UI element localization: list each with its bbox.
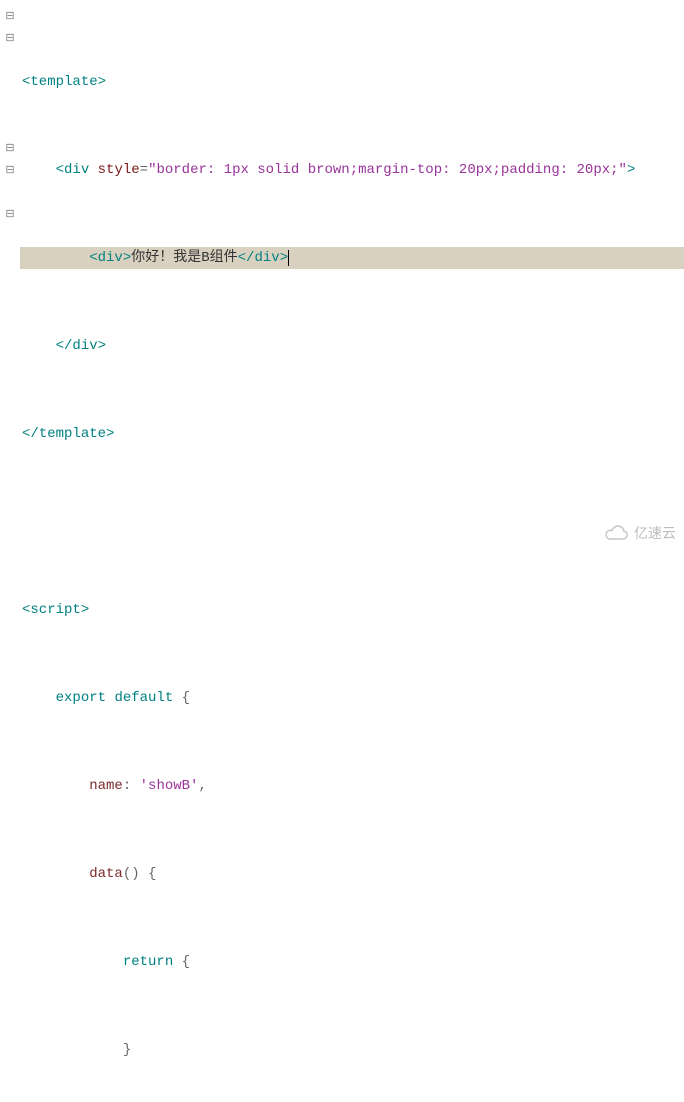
code-line[interactable]: </template> (20, 423, 684, 445)
fold-icon[interactable]: ⊟ (0, 5, 20, 27)
fold-icon[interactable] (0, 71, 20, 93)
brace: { (182, 951, 190, 973)
fold-icon[interactable]: ⊟ (0, 137, 20, 159)
fold-icon[interactable] (0, 49, 20, 71)
code-line[interactable] (20, 511, 684, 533)
fold-icon[interactable] (0, 423, 20, 445)
indent (22, 1039, 123, 1061)
fold-icon[interactable] (0, 115, 20, 137)
tag-close: > (280, 247, 288, 269)
keyword: default (114, 687, 173, 709)
fold-icon[interactable] (0, 181, 20, 203)
property: name (89, 775, 123, 797)
text-node: 你好！我是B组件 (131, 247, 237, 269)
fold-icon[interactable] (0, 379, 20, 401)
code-editor[interactable]: ⊟ ⊟ ⊟ ⊟ ⊟ <template> <div style="border:… (0, 0, 684, 551)
fold-icon[interactable] (0, 511, 20, 533)
comma: , (198, 775, 206, 797)
tag-name: script (30, 599, 80, 621)
tag-open: < (22, 599, 30, 621)
fold-icon[interactable]: ⊟ (0, 203, 20, 225)
keyword: return (123, 951, 173, 973)
tag-close: > (98, 71, 106, 93)
tag-close: > (106, 423, 114, 445)
attr-name: style (98, 159, 140, 181)
brace: } (123, 1039, 131, 1061)
text-cursor (288, 250, 289, 266)
attr-value: "border: 1px solid brown;margin-top: 20p… (148, 159, 627, 181)
tag-name: div (254, 247, 279, 269)
sp (106, 687, 114, 709)
fold-icon[interactable] (0, 291, 20, 313)
tag-close: > (98, 335, 106, 357)
watermark: 亿速云 (604, 523, 676, 543)
tag-open: < (56, 159, 64, 181)
code-line[interactable]: export default { (20, 687, 684, 709)
paren: () { (123, 863, 157, 885)
cloud-icon (604, 524, 630, 542)
colon: : (123, 775, 140, 797)
tag-open: < (22, 71, 30, 93)
tag-close: > (81, 599, 89, 621)
fold-icon[interactable] (0, 467, 20, 489)
tag-close: > (123, 247, 131, 269)
code-line[interactable]: <div style="border: 1px solid brown;marg… (20, 159, 684, 181)
tag-open: < (89, 247, 97, 269)
tag-name: div (98, 247, 123, 269)
keyword: export (56, 687, 106, 709)
indent (22, 247, 89, 269)
indent (22, 335, 56, 357)
code-line[interactable]: data() { (20, 863, 684, 885)
code-area[interactable]: <template> <div style="border: 1px solid… (20, 0, 684, 551)
watermark-text: 亿速云 (634, 523, 676, 543)
fold-icon[interactable] (0, 401, 20, 423)
tag-open: </ (56, 335, 73, 357)
tag-name: template (39, 423, 106, 445)
tag-name: div (72, 335, 97, 357)
fold-icon[interactable]: ⊟ (0, 159, 20, 181)
tag-open: </ (238, 247, 255, 269)
brace: { (182, 687, 190, 709)
fold-icon[interactable] (0, 225, 20, 247)
fold-icon[interactable] (0, 357, 20, 379)
fold-icon[interactable] (0, 313, 20, 335)
sp (173, 951, 181, 973)
code-line-active[interactable]: <div>你好！我是B组件</div> (20, 247, 684, 269)
sp (89, 159, 97, 181)
indent (22, 863, 89, 885)
sp (173, 687, 181, 709)
attr-eq: = (140, 159, 148, 181)
fold-icon[interactable] (0, 445, 20, 467)
code-line[interactable]: return { (20, 951, 684, 973)
fold-icon[interactable] (0, 269, 20, 291)
indent (22, 775, 89, 797)
method: data (89, 863, 123, 885)
fold-icon[interactable] (0, 335, 20, 357)
fold-icon[interactable] (0, 93, 20, 115)
code-line[interactable]: </div> (20, 335, 684, 357)
code-line[interactable]: name: 'showB', (20, 775, 684, 797)
fold-icon[interactable]: ⊟ (0, 27, 20, 49)
indent (22, 687, 56, 709)
string: 'showB' (140, 775, 199, 797)
code-line[interactable]: <script> (20, 599, 684, 621)
fold-icon[interactable] (0, 247, 20, 269)
tag-name: template (30, 71, 97, 93)
fold-gutter: ⊟ ⊟ ⊟ ⊟ ⊟ (0, 0, 20, 551)
code-line[interactable]: <template> (20, 71, 684, 93)
tag-open: </ (22, 423, 39, 445)
tag-close: > (627, 159, 635, 181)
indent (22, 951, 123, 973)
tag-name: div (64, 159, 89, 181)
code-line[interactable]: } (20, 1039, 684, 1061)
indent (22, 159, 56, 181)
fold-icon[interactable] (0, 489, 20, 511)
